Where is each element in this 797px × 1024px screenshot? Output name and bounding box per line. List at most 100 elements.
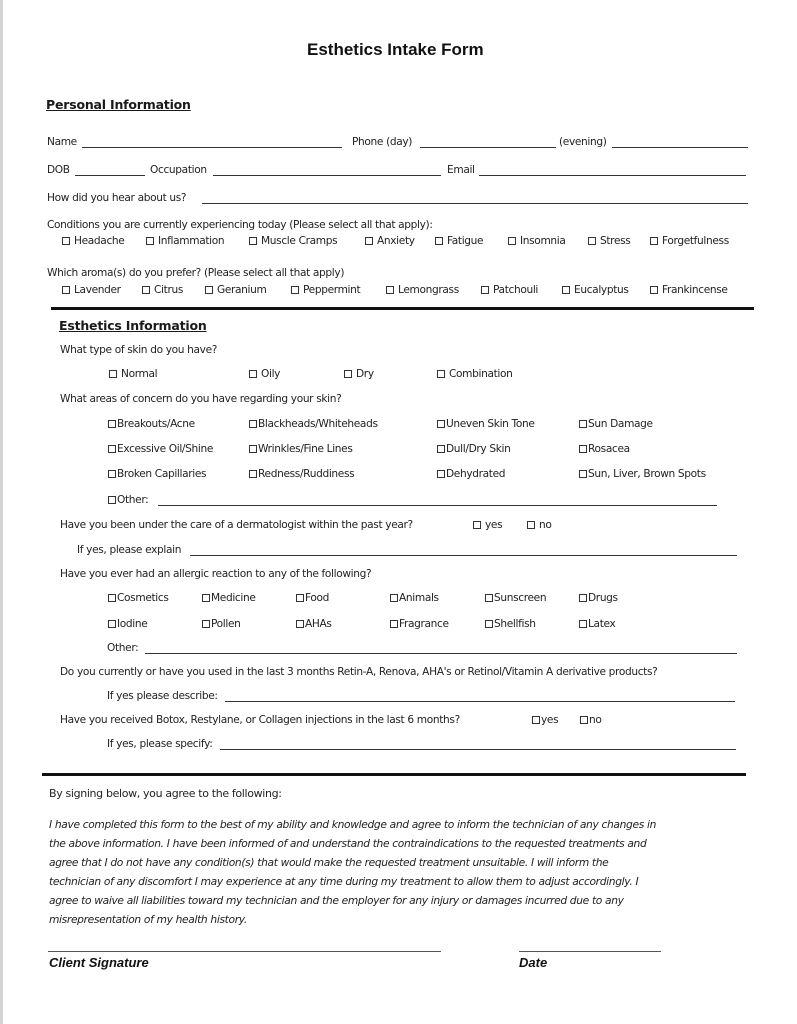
condition-stress[interactable]: Stress bbox=[588, 235, 631, 247]
checkbox-icon[interactable] bbox=[579, 445, 587, 453]
checkbox-icon[interactable] bbox=[508, 237, 516, 245]
concern-breakouts-acne[interactable]: Breakouts/Acne bbox=[108, 418, 195, 430]
aroma-lavender[interactable]: Lavender bbox=[62, 284, 121, 296]
botox-specify-field[interactable] bbox=[220, 749, 736, 750]
concern-excessive-oil-shine[interactable]: Excessive Oil/Shine bbox=[108, 443, 213, 455]
condition-forgetfulness[interactable]: Forgetfulness bbox=[650, 235, 729, 247]
allergy-cosmetics[interactable]: Cosmetics bbox=[108, 592, 169, 604]
concern-rosacea[interactable]: Rosacea bbox=[579, 443, 630, 455]
aroma-citrus[interactable]: Citrus bbox=[142, 284, 183, 296]
allergy-shellfish[interactable]: Shellfish bbox=[485, 618, 536, 630]
aroma-geranium[interactable]: Geranium bbox=[205, 284, 267, 296]
checkbox-icon[interactable] bbox=[437, 470, 445, 478]
checkbox-icon[interactable] bbox=[146, 237, 154, 245]
checkbox-icon[interactable] bbox=[202, 594, 210, 602]
checkbox-icon[interactable] bbox=[527, 521, 535, 529]
skin-type-normal[interactable]: Normal bbox=[109, 368, 158, 380]
condition-headache[interactable]: Headache bbox=[62, 235, 125, 247]
concern-dehydrated[interactable]: Dehydrated bbox=[437, 468, 505, 480]
phone-evening-field[interactable] bbox=[612, 147, 748, 148]
allergy-medicine[interactable]: Medicine bbox=[202, 592, 256, 604]
allergy-latex[interactable]: Latex bbox=[579, 618, 616, 630]
checkbox-icon[interactable] bbox=[108, 470, 116, 478]
checkbox-icon[interactable] bbox=[481, 286, 489, 294]
occupation-field[interactable] bbox=[213, 175, 441, 176]
checkbox-icon[interactable] bbox=[386, 286, 394, 294]
checkbox-icon[interactable] bbox=[108, 420, 116, 428]
checkbox-icon[interactable] bbox=[390, 594, 398, 602]
email-field[interactable] bbox=[479, 175, 746, 176]
checkbox-icon[interactable] bbox=[390, 620, 398, 628]
checkbox-icon[interactable] bbox=[109, 370, 117, 378]
checkbox-icon[interactable] bbox=[579, 620, 587, 628]
checkbox-icon[interactable] bbox=[365, 237, 373, 245]
dob-field[interactable] bbox=[75, 175, 145, 176]
checkbox-icon[interactable] bbox=[437, 445, 445, 453]
date-field[interactable] bbox=[519, 951, 661, 952]
checkbox-icon[interactable] bbox=[62, 286, 70, 294]
signature-field[interactable] bbox=[48, 951, 441, 952]
concern-sun-damage[interactable]: Sun Damage bbox=[579, 418, 653, 430]
checkbox-icon[interactable] bbox=[108, 620, 116, 628]
aroma-eucalyptus[interactable]: Eucalyptus bbox=[562, 284, 629, 296]
checkbox-icon[interactable] bbox=[249, 470, 257, 478]
concern-wrinkles-fine-lines[interactable]: Wrinkles/Fine Lines bbox=[249, 443, 353, 455]
checkbox-icon[interactable] bbox=[650, 237, 658, 245]
concern-uneven-skin-tone[interactable]: Uneven Skin Tone bbox=[437, 418, 535, 430]
allergy-drugs[interactable]: Drugs bbox=[579, 592, 618, 604]
checkbox-icon[interactable] bbox=[562, 286, 570, 294]
allergy-fragrance[interactable]: Fragrance bbox=[390, 618, 449, 630]
concern-other[interactable]: Other: bbox=[108, 494, 149, 506]
checkbox-icon[interactable] bbox=[650, 286, 658, 294]
checkbox-icon[interactable] bbox=[291, 286, 299, 294]
checkbox-icon[interactable] bbox=[579, 420, 587, 428]
checkbox-icon[interactable] bbox=[62, 237, 70, 245]
allergy-pollen[interactable]: Pollen bbox=[202, 618, 241, 630]
checkbox-icon[interactable] bbox=[296, 594, 304, 602]
condition-fatigue[interactable]: Fatigue bbox=[435, 235, 484, 247]
checkbox-icon[interactable] bbox=[108, 445, 116, 453]
condition-muscle-cramps[interactable]: Muscle Cramps bbox=[249, 235, 338, 247]
dermatologist-yes[interactable]: yes bbox=[473, 519, 503, 531]
allergy-ahas[interactable]: AHAs bbox=[296, 618, 332, 630]
dermatologist-no[interactable]: no bbox=[527, 519, 552, 531]
checkbox-icon[interactable] bbox=[473, 521, 481, 529]
phone-day-field[interactable] bbox=[420, 147, 556, 148]
checkbox-icon[interactable] bbox=[437, 370, 445, 378]
allergy-iodine[interactable]: Iodine bbox=[108, 618, 148, 630]
dermatologist-explain-field[interactable] bbox=[190, 555, 737, 556]
checkbox-icon[interactable] bbox=[249, 420, 257, 428]
checkbox-icon[interactable] bbox=[205, 286, 213, 294]
checkbox-icon[interactable] bbox=[579, 470, 587, 478]
concern-dull-dry-skin[interactable]: Dull/Dry Skin bbox=[437, 443, 511, 455]
aroma-lemongrass[interactable]: Lemongrass bbox=[386, 284, 459, 296]
checkbox-icon[interactable] bbox=[435, 237, 443, 245]
aroma-patchouli[interactable]: Patchouli bbox=[481, 284, 538, 296]
checkbox-icon[interactable] bbox=[296, 620, 304, 628]
referral-field[interactable] bbox=[202, 203, 748, 204]
skin-type-dry[interactable]: Dry bbox=[344, 368, 374, 380]
concern-blackheads-whiteheads[interactable]: Blackheads/Whiteheads bbox=[249, 418, 378, 430]
botox-yes[interactable]: yes bbox=[532, 714, 559, 726]
skin-type-combination[interactable]: Combination bbox=[437, 368, 513, 380]
condition-anxiety[interactable]: Anxiety bbox=[365, 235, 415, 247]
condition-inflammation[interactable]: Inflammation bbox=[146, 235, 225, 247]
checkbox-icon[interactable] bbox=[344, 370, 352, 378]
allergy-animals[interactable]: Animals bbox=[390, 592, 439, 604]
concern-sun-liver-brown-spots[interactable]: Sun, Liver, Brown Spots bbox=[579, 468, 706, 480]
checkbox-icon[interactable] bbox=[580, 716, 588, 724]
allergy-other-field[interactable] bbox=[145, 653, 737, 654]
checkbox-icon[interactable] bbox=[108, 496, 116, 504]
checkbox-icon[interactable] bbox=[249, 370, 257, 378]
checkbox-icon[interactable] bbox=[249, 445, 257, 453]
checkbox-icon[interactable] bbox=[485, 594, 493, 602]
allergy-sunscreen[interactable]: Sunscreen bbox=[485, 592, 547, 604]
aroma-frankincense[interactable]: Frankincense bbox=[650, 284, 728, 296]
checkbox-icon[interactable] bbox=[202, 620, 210, 628]
checkbox-icon[interactable] bbox=[579, 594, 587, 602]
aroma-peppermint[interactable]: Peppermint bbox=[291, 284, 361, 296]
concern-broken-capillaries[interactable]: Broken Capillaries bbox=[108, 468, 207, 480]
concern-redness-ruddiness[interactable]: Redness/Ruddiness bbox=[249, 468, 355, 480]
skin-type-oily[interactable]: Oily bbox=[249, 368, 280, 380]
concern-other-field[interactable] bbox=[158, 505, 717, 506]
